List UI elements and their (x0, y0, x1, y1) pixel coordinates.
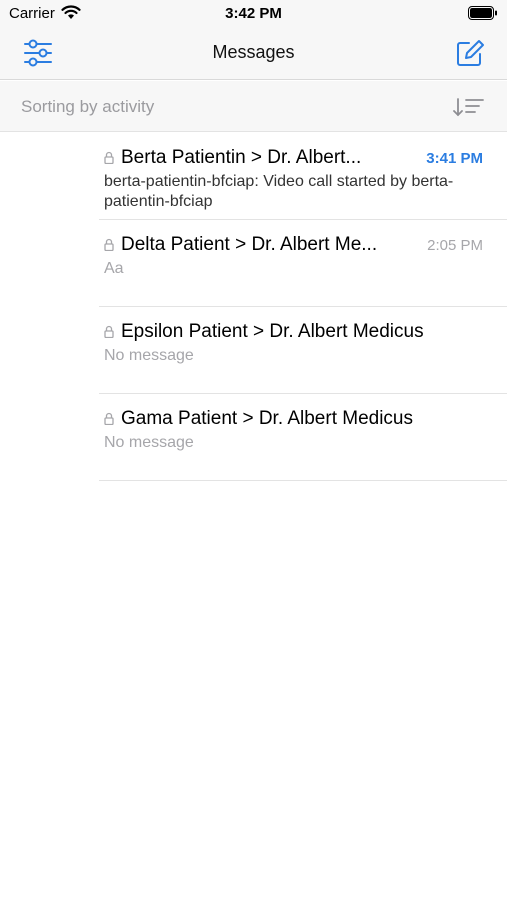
navigation-bar: Messages (0, 28, 507, 80)
conversation-title: Epsilon Patient > Dr. Albert Medicus (121, 321, 424, 342)
conversation-item[interactable]: Epsilon Patient > Dr. Albert Medicus No … (99, 307, 507, 394)
lock-icon (104, 238, 114, 251)
sort-label: Sorting by activity (21, 97, 155, 116)
conversation-title: Berta Patientin > Dr. Albert... (121, 147, 362, 168)
conversation-item[interactable]: Gama Patient > Dr. Albert Medicus No mes… (99, 394, 507, 481)
conversation-preview: Aa (104, 260, 124, 277)
conversation-item[interactable]: Delta Patient > Dr. Albert Me... 2:05 PM… (99, 220, 507, 307)
sort-icon[interactable] (453, 96, 485, 118)
clock-time: 3:42 PM (225, 5, 282, 22)
battery-icon (468, 6, 497, 20)
conversation-preview: berta-patientin-bfciap: Video call start… (104, 173, 454, 210)
lock-icon (104, 325, 114, 338)
conversation-title: Delta Patient > Dr. Albert Me... (121, 234, 378, 255)
compose-icon[interactable] (455, 38, 485, 68)
status-bar: Carrier 3:42 PM (0, 0, 507, 28)
lock-icon (104, 151, 114, 164)
sort-bar: Sorting by activity (0, 81, 507, 132)
conversation-time: 3:41 PM (426, 150, 483, 167)
conversation-list: Berta Patientin > Dr. Albert... 3:41 PM … (0, 133, 507, 481)
conversation-time: 2:05 PM (427, 237, 483, 254)
page-title: Messages (212, 42, 295, 62)
conversation-preview: No message (104, 347, 194, 364)
lock-icon (104, 412, 114, 425)
conversation-preview: No message (104, 434, 194, 451)
conversation-title: Gama Patient > Dr. Albert Medicus (121, 408, 413, 429)
conversation-item[interactable]: Berta Patientin > Dr. Albert... 3:41 PM … (99, 133, 507, 220)
